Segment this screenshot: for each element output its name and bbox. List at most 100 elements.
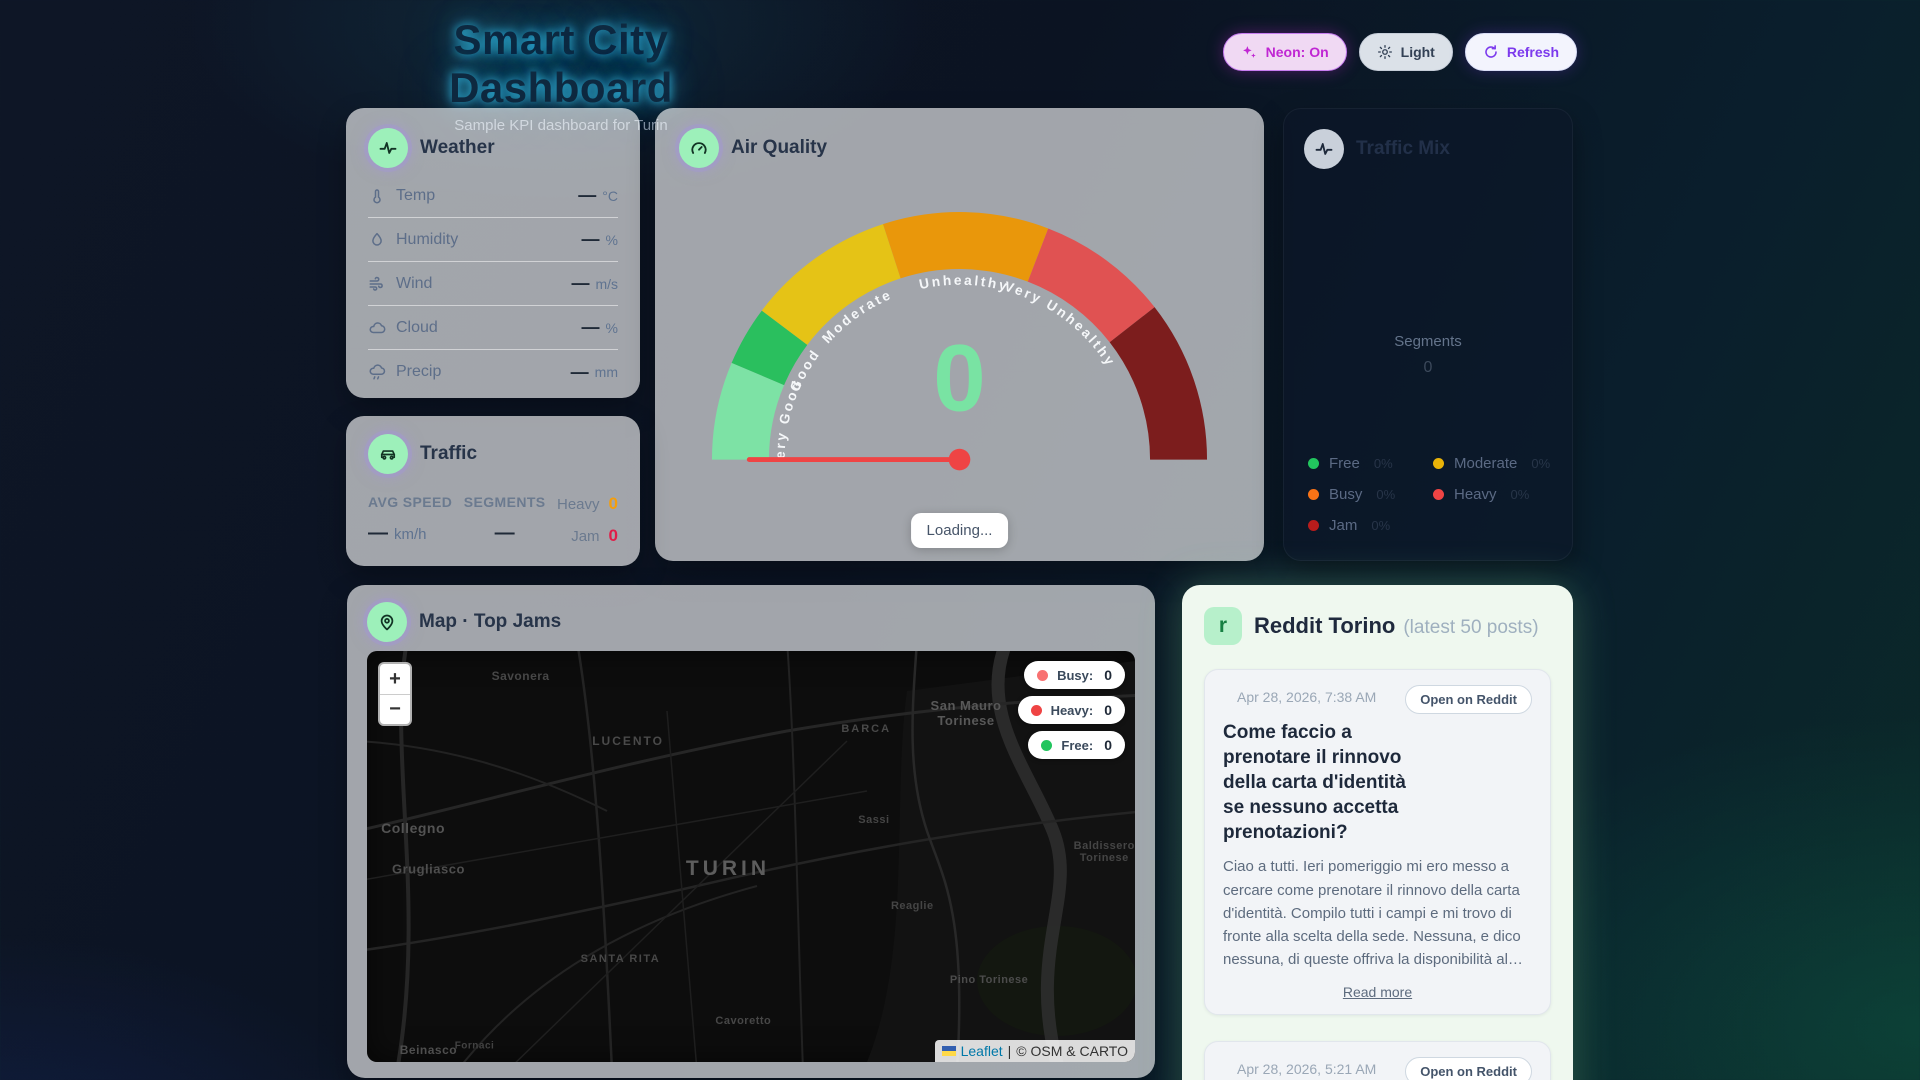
page-title: Smart City Dashboard [449, 16, 673, 111]
donut-center: Segments 0 [1284, 333, 1572, 377]
post-date: Apr 28, 2026, 7:38 AM [1237, 689, 1377, 705]
open-on-reddit-button[interactable]: Open on Reddit [1405, 685, 1532, 714]
legend-dot [1041, 739, 1053, 751]
post-date: Apr 28, 2026, 5:21 AM [1237, 1060, 1377, 1077]
legend-dot [1308, 458, 1319, 469]
map-zoom-control: + − [378, 662, 412, 726]
counter-label: Heavy [557, 495, 600, 513]
precip-icon [368, 363, 396, 381]
segments-label: SEGMENTS [463, 494, 546, 510]
counter-value: 0 [608, 494, 618, 513]
weather-metric-label: Humidity [396, 230, 459, 248]
map-legend: Busy: 0 Heavy: 0 Free: 0 [1017, 661, 1125, 759]
legend-value: 0% [1376, 487, 1396, 502]
theme-toggle-button[interactable]: Light [1358, 33, 1453, 71]
map-pin-icon [367, 602, 407, 642]
weather-metric-value: — [570, 361, 589, 382]
reddit-post: Apr 28, 2026, 5:21 AM Open on Reddit Is … [1204, 1040, 1551, 1080]
traffic-card-title: Traffic [420, 443, 478, 464]
traffic-mix-card-title: Traffic Mix [1356, 138, 1450, 159]
thermometer-icon [368, 187, 396, 205]
refresh-label: Refresh [1506, 44, 1559, 60]
weather-metric-value: — [578, 185, 597, 205]
weather-metric-label: Wind [396, 274, 433, 292]
legend-label: Busy [1329, 486, 1363, 503]
weather-metric-unit: m/s [595, 275, 618, 292]
legend-label: Free: [1061, 737, 1094, 753]
traffic-counters: Heavy 0 Jam 0 [557, 494, 618, 546]
weather-metric-value: — [571, 273, 590, 293]
read-more-link[interactable]: Read more [1223, 984, 1532, 1000]
leaflet-link[interactable]: Leaflet [961, 1043, 1003, 1059]
air-quality-card: Air Quality Very GoodGoodModerateUnhealt… [655, 108, 1264, 561]
traffic-counter: Heavy 0 [557, 494, 618, 514]
zoom-out-button[interactable]: − [380, 694, 410, 724]
city-label: Sassi [858, 813, 890, 826]
traffic-mix-card: Traffic Mix Segments 0 Free 0% Moderate … [1283, 108, 1573, 561]
legend-value: 0 [1104, 737, 1112, 753]
reddit-card-title: Reddit Torino [1254, 613, 1396, 638]
legend-value: 0 [1104, 702, 1112, 718]
weather-metric-unit: % [605, 319, 618, 336]
legend-value: 0% [1373, 456, 1393, 471]
avg-speed-unit: km/h [394, 526, 427, 543]
city-label: SANTA RITA [580, 953, 661, 966]
gauge-segment [883, 212, 1049, 282]
legend-label: Moderate [1454, 455, 1518, 472]
legend-item: Free 0% [1308, 455, 1433, 472]
theme-toggle-label: Light [1400, 44, 1435, 60]
attribution-separator: | [1007, 1043, 1012, 1059]
legend-item: Heavy 0% [1433, 486, 1558, 503]
attribution-text: © OSM & CARTO [1016, 1043, 1128, 1059]
gauge-segment-label: Unhealthy [918, 273, 1011, 295]
legend-item: Moderate 0% [1433, 455, 1558, 472]
counter-label: Jam [571, 527, 600, 545]
open-on-reddit-button[interactable]: Open on Reddit [1405, 1056, 1532, 1080]
weather-metric-value: — [581, 317, 600, 337]
map-attribution: Leaflet | © OSM & CARTO [934, 1040, 1135, 1062]
legend-dot [1308, 520, 1319, 531]
legend-label: Jam [1329, 517, 1358, 534]
map-legend-pill: Busy: 0 [1024, 661, 1125, 689]
weather-metric-unit: % [605, 231, 618, 248]
legend-label: Busy: [1057, 667, 1094, 683]
counter-value: 0 [608, 526, 618, 545]
reddit-card-subtitle: (latest 50 posts) [1403, 617, 1539, 638]
city-label: Fornaci [454, 1040, 495, 1052]
refresh-icon [1485, 45, 1497, 58]
weather-metric-label: Cloud [396, 318, 438, 336]
activity-icon [1304, 129, 1344, 169]
leaflet-map[interactable]: Savonera LUCENTO San Mauro Torinese BARC… [367, 651, 1135, 1062]
zoom-in-button[interactable]: + [380, 664, 410, 694]
city-label: Savonera [491, 668, 550, 683]
weather-row: Cloud — % [368, 306, 618, 350]
city-label: LUCENTO [592, 734, 664, 749]
legend-label: Heavy [1454, 486, 1497, 503]
air-quality-gauge: Very GoodGoodModerateUnhealthyVery Unhea… [655, 160, 1264, 490]
traffic-counter: Jam 0 [557, 526, 618, 546]
weather-card-title: Weather [420, 137, 495, 158]
humidity-icon [368, 231, 396, 249]
legend-label: Free [1329, 455, 1360, 472]
wind-icon [368, 275, 396, 293]
legend-label: Heavy: [1050, 702, 1094, 718]
smart-city-dashboard: Smart City Dashboard Sample KPI dashboar… [0, 0, 1920, 1080]
weather-row: Precip — mm [368, 350, 618, 394]
legend-item: Busy 0% [1308, 486, 1433, 503]
map-legend-pill: Free: 0 [1028, 731, 1125, 759]
reddit-icon: r [1204, 607, 1242, 645]
refresh-button[interactable]: Refresh [1464, 33, 1577, 71]
weather-row: Wind — m/s [368, 262, 618, 306]
weather-metric-value: — [581, 229, 600, 249]
weather-row: Humidity — % [368, 218, 618, 262]
weather-metric-label: Precip [396, 363, 442, 380]
toolbar: Neon: On Light Refresh [1222, 33, 1577, 71]
legend-dot [1308, 489, 1319, 500]
city-label: Baldissero Torinese [1073, 840, 1135, 865]
avg-speed-label: AVG SPEED [368, 494, 453, 510]
gauge-pivot [948, 448, 971, 471]
reddit-card: r Reddit Torino (latest 50 posts) Apr 28… [1182, 585, 1573, 1080]
activity-icon [368, 128, 408, 168]
neon-toggle-button[interactable]: Neon: On [1222, 33, 1347, 71]
post-title: Come faccio a prenotare il rinnovo della… [1223, 722, 1406, 844]
